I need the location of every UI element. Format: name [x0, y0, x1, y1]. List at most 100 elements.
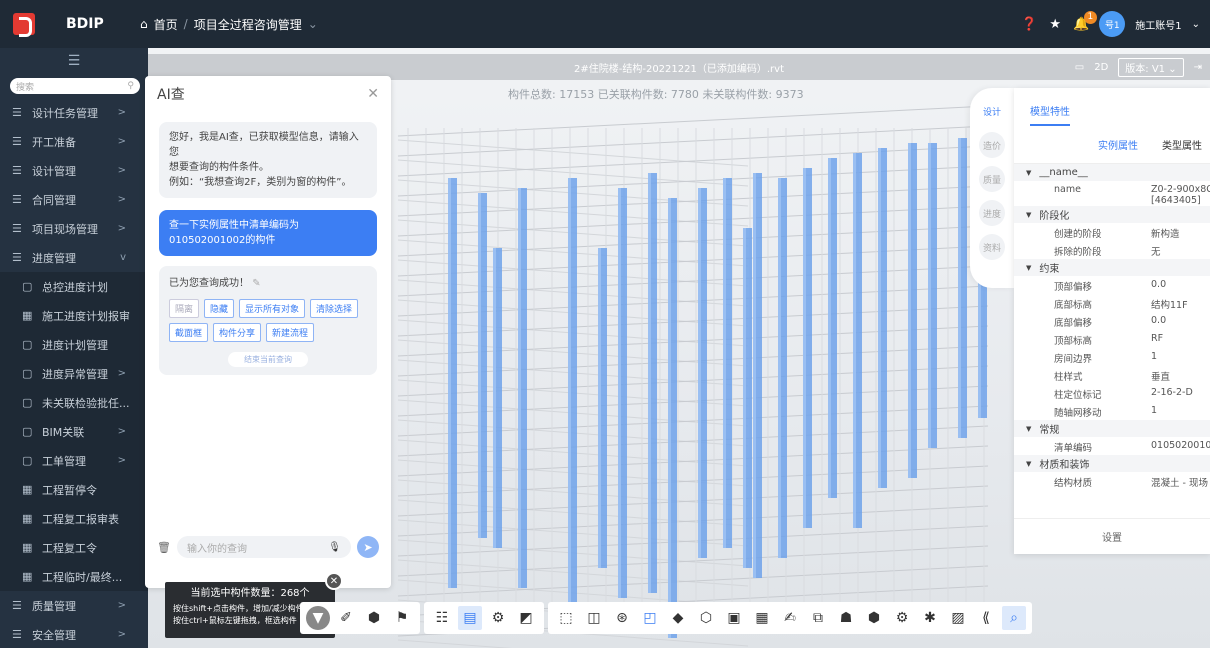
- property-group-header[interactable]: ▼ 常规: [1014, 420, 1210, 437]
- sidebar-item[interactable]: ☰ 合同管理 >: [0, 185, 148, 214]
- hexagon-icon[interactable]: ⬢: [862, 606, 886, 630]
- sidebar-item[interactable]: ▢ BIM关联 >: [0, 417, 148, 446]
- sidebar-item[interactable]: ☰ 安全管理 >: [0, 620, 148, 648]
- roam-icon[interactable]: ⚑: [390, 606, 414, 630]
- paint-icon[interactable]: ◆: [666, 606, 690, 630]
- action-button[interactable]: 截面框: [169, 323, 209, 342]
- avatar[interactable]: 号1: [1099, 11, 1126, 37]
- home-icon[interactable]: ⌂: [140, 17, 148, 31]
- action-button[interactable]: 显示所有对象: [239, 299, 306, 318]
- explode-icon[interactable]: ⊛: [610, 606, 634, 630]
- annotate-icon[interactable]: ✍: [778, 606, 802, 630]
- module-tab[interactable]: 进度: [979, 200, 1005, 226]
- chevron-down-icon[interactable]: ⌄: [308, 17, 318, 31]
- sidebar-item[interactable]: ▢ 进度异常管理 >: [0, 359, 148, 388]
- close-selection-icon[interactable]: ✕: [325, 572, 343, 590]
- ai-query-icon[interactable]: ⌕: [1002, 606, 1026, 630]
- sidebar-item[interactable]: ▢ 总控进度计划: [0, 272, 148, 301]
- camera-icon[interactable]: ◫: [582, 606, 606, 630]
- microphone-icon[interactable]: 🎙: [328, 542, 341, 553]
- model-icon[interactable]: ⬡: [694, 606, 718, 630]
- module-tab[interactable]: 造价: [979, 132, 1005, 158]
- tree-icon[interactable]: ☷: [430, 606, 454, 630]
- property-value-line: RF: [1151, 333, 1164, 344]
- settings-icon[interactable]: ⚙: [486, 606, 510, 630]
- screen-icon[interactable]: ▭: [1075, 62, 1084, 73]
- bell-icon[interactable]: 🔔 1: [1073, 11, 1098, 32]
- ai-query-input[interactable]: 输入你的查询 🎙: [176, 536, 351, 558]
- breadcrumb-current[interactable]: 项目全过程咨询管理: [194, 16, 302, 33]
- trash-icon[interactable]: 🗑: [157, 541, 171, 554]
- sidebar-item[interactable]: ▢ 工单管理 >: [0, 446, 148, 475]
- fullscreen-icon[interactable]: ◩: [514, 606, 538, 630]
- share-icon[interactable]: ⟪: [974, 606, 998, 630]
- filter-icon[interactable]: ▼: [306, 606, 330, 630]
- sidebar-item[interactable]: ☰ 设计任务管理 >: [0, 98, 148, 127]
- star-icon[interactable]: ★: [1047, 16, 1063, 32]
- user-menu-chevron-icon[interactable]: ⌄: [1192, 19, 1200, 30]
- sidebar-item[interactable]: ▦ 工程复工令: [0, 533, 148, 562]
- sidebar-item[interactable]: ☰ 质量管理 >: [0, 591, 148, 620]
- property-group-header[interactable]: ▼ 材质和装饰: [1014, 455, 1210, 472]
- sidebar-item[interactable]: ☰ 项目现场管理 >: [0, 214, 148, 243]
- section-box-icon[interactable]: ◰: [638, 606, 662, 630]
- breadcrumb-home[interactable]: 首页: [154, 16, 178, 33]
- sidebar-item[interactable]: ▦ 工程复工报审表: [0, 504, 148, 533]
- mode-2d-button[interactable]: 2D: [1094, 62, 1108, 73]
- module-tab[interactable]: 设计: [979, 98, 1005, 124]
- report-icon[interactable]: ▦: [750, 606, 774, 630]
- end-query-button[interactable]: 结束当前查询: [228, 352, 308, 367]
- property-value-line: 结构11F: [1151, 300, 1188, 311]
- module-tab[interactable]: 资料: [979, 234, 1005, 260]
- tab-instance-properties[interactable]: 实例属性: [1098, 137, 1138, 152]
- version-select[interactable]: 版本: V1 ⌄: [1118, 57, 1184, 77]
- action-button[interactable]: 隐藏: [204, 299, 235, 318]
- exit-icon[interactable]: ⇥: [1194, 62, 1202, 73]
- user-name[interactable]: 施工账号1: [1135, 17, 1181, 32]
- sidebar-item[interactable]: ▦ 工程临时/最终...: [0, 562, 148, 591]
- sidebar-item[interactable]: ▢ 未关联检验批任...: [0, 388, 148, 417]
- module-tabs: 设计造价质量进度资料: [970, 88, 1014, 288]
- properties-title[interactable]: 模型特性: [1030, 103, 1070, 126]
- module-tab[interactable]: 质量: [979, 166, 1005, 192]
- property-row: 底部偏移 0.0: [1014, 312, 1210, 330]
- send-button[interactable]: ➤: [357, 536, 379, 558]
- sidebar-item-label: 进度异常管理: [42, 367, 108, 381]
- document-icon[interactable]: ▣: [722, 606, 746, 630]
- property-group-header[interactable]: ▼ 阶段化: [1014, 206, 1210, 223]
- app-logo[interactable]: [0, 0, 48, 48]
- action-button[interactable]: 清除选择: [310, 299, 359, 318]
- sidebar-item[interactable]: ▢ 进度计划管理: [0, 330, 148, 359]
- search-icon[interactable]: ⚲: [127, 81, 134, 91]
- settings-button[interactable]: 设置: [1014, 518, 1210, 554]
- property-row: name Z0-2-900x8C [4643405]: [1014, 181, 1210, 206]
- sidebar-item[interactable]: ▦ 工程暂停令: [0, 475, 148, 504]
- property-group-header[interactable]: ▼ __name__: [1014, 164, 1210, 181]
- gear-cluster-icon[interactable]: ⚙: [890, 606, 914, 630]
- edit-icon[interactable]: ✎: [252, 278, 260, 289]
- sidebar-item[interactable]: ☰ 设计管理 >: [0, 156, 148, 185]
- property-row: 柱样式 垂直: [1014, 366, 1210, 384]
- action-button[interactable]: 构件分享: [213, 323, 262, 342]
- close-icon[interactable]: ✕: [367, 86, 379, 102]
- help-icon[interactable]: ❓: [1021, 16, 1037, 32]
- greeting-line: 想要查询的构件条件。: [169, 162, 269, 173]
- measure-icon[interactable]: ✐: [334, 606, 358, 630]
- save-view-icon[interactable]: ▨: [946, 606, 970, 630]
- sidebar-item[interactable]: ☰ 进度管理 v: [0, 243, 148, 272]
- sidebar-item[interactable]: ☰ 开工准备 >: [0, 127, 148, 156]
- properties-icon[interactable]: ▤: [458, 606, 482, 630]
- tab-type-properties[interactable]: 类型属性: [1162, 137, 1202, 152]
- menu-collapse-icon[interactable]: ☰: [0, 48, 148, 74]
- sidebar-search-input[interactable]: 搜索 ⚲: [10, 78, 140, 94]
- zoom-box-icon[interactable]: ⬚: [554, 606, 578, 630]
- cube-view-icon[interactable]: ⬢: [362, 606, 386, 630]
- action-button[interactable]: 隔离: [169, 299, 200, 318]
- components-icon[interactable]: ✱: [918, 606, 942, 630]
- people-icon[interactable]: ☗: [834, 606, 858, 630]
- chevron-right-icon: >: [117, 223, 126, 234]
- layers-icon[interactable]: ⧉: [806, 606, 830, 630]
- sidebar-item[interactable]: ▦ 施工进度计划报审: [0, 301, 148, 330]
- property-group-header[interactable]: ▼ 约束: [1014, 259, 1210, 276]
- action-button[interactable]: 新建流程: [266, 323, 315, 342]
